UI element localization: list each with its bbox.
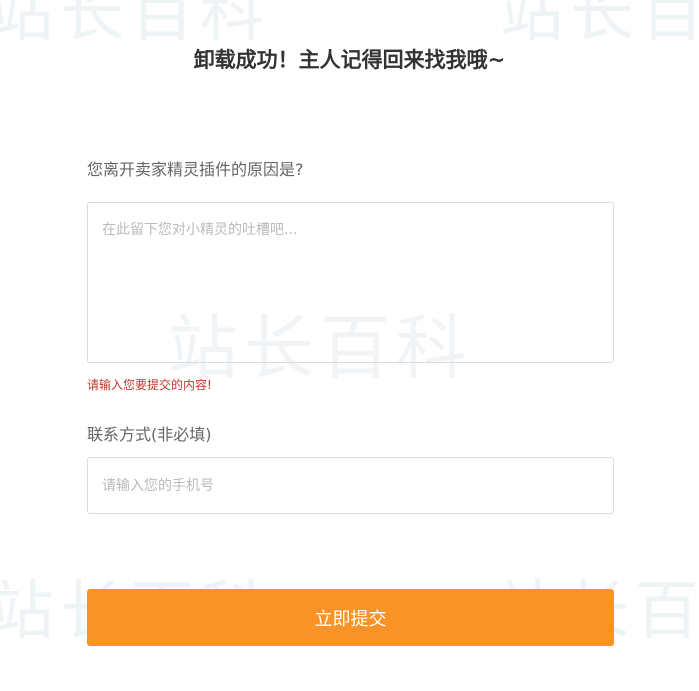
feedback-error-message: 请输入您要提交的内容! (87, 378, 212, 392)
page-title: 卸载成功！主人记得回来找我哦~ (193, 48, 506, 72)
reason-label: 您离开卖家精灵插件的原因是? (87, 160, 304, 179)
phone-input[interactable] (87, 457, 614, 514)
contact-label: 联系方式(非必填) (87, 425, 212, 444)
feedback-textarea[interactable] (87, 202, 614, 363)
submit-button[interactable]: 立即提交 (87, 589, 614, 646)
